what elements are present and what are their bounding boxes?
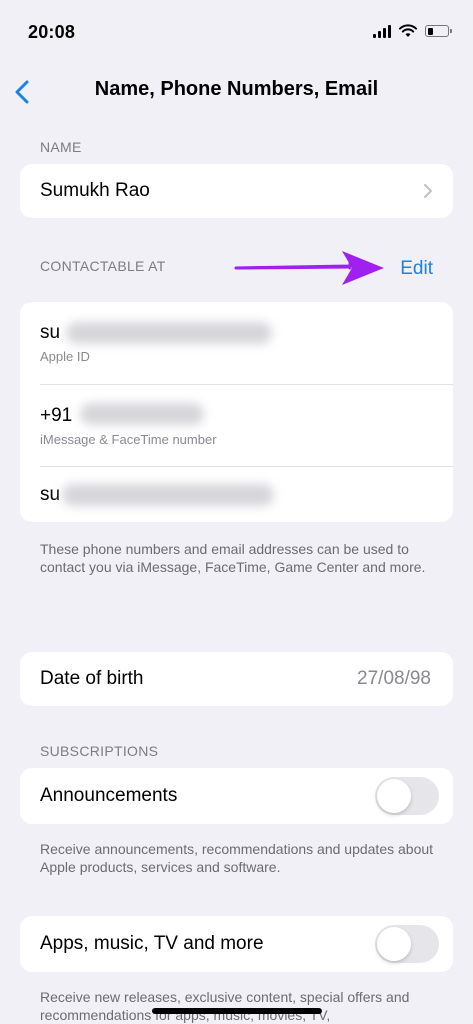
apps-music-note: Receive new releases, exclusive content,… <box>40 989 410 1023</box>
wifi-icon <box>399 24 417 37</box>
battery-icon <box>425 25 452 37</box>
apps-music-row: Apps, music, TV and more <box>20 916 453 972</box>
name-value: Sumukh Rao <box>40 180 150 201</box>
contactable-section-label: CONTACTABLE AT <box>40 258 166 274</box>
announcements-row: Announcements <box>20 768 453 824</box>
contact-item-value: +91 <box>40 405 73 426</box>
apps-music-label: Apps, music, TV and more <box>40 933 264 954</box>
contact-footer-note: These phone numbers and email addresses … <box>40 541 426 575</box>
home-indicator[interactable] <box>152 1008 322 1014</box>
contact-item-caption: iMessage & FaceTime number <box>40 432 217 447</box>
cellular-signal-icon <box>373 24 391 38</box>
name-section-label: NAME <box>40 139 82 155</box>
status-time: 20:08 <box>28 22 76 42</box>
redacted-value <box>66 322 272 344</box>
contact-item-phone[interactable]: +91 iMessage & FaceTime number <box>20 385 453 467</box>
redacted-value <box>62 484 274 506</box>
arrow-annotation-icon <box>234 251 384 285</box>
subscriptions-section-label: SUBSCRIPTIONS <box>40 743 159 759</box>
page-title: Name, Phone Numbers, Email <box>94 78 379 100</box>
redacted-value <box>80 403 204 425</box>
contact-list-card: su Apple ID +91 iMessage & FaceTime numb… <box>20 302 453 522</box>
chevron-right-icon <box>423 183 433 199</box>
contact-item-value: su <box>40 322 61 343</box>
date-of-birth-value: 27/08/98 <box>357 668 431 689</box>
announcements-label: Announcements <box>40 785 178 806</box>
status-icons <box>373 24 452 38</box>
contact-item-caption: Apple ID <box>40 349 90 364</box>
back-button[interactable] <box>8 76 36 108</box>
chevron-left-icon <box>15 80 29 104</box>
contact-item-apple-id[interactable]: su Apple ID <box>20 302 453 384</box>
edit-button[interactable]: Edit <box>400 258 433 280</box>
announcements-note: Receive announcements, recommendations a… <box>40 841 434 875</box>
apps-music-toggle[interactable] <box>375 925 439 963</box>
date-of-birth-row[interactable]: Date of birth 27/08/98 <box>20 652 453 706</box>
contact-item-value: su <box>40 484 61 505</box>
name-row[interactable]: Sumukh Rao <box>20 164 453 218</box>
announcements-toggle[interactable] <box>375 777 439 815</box>
date-of-birth-label: Date of birth <box>40 668 144 689</box>
contact-item-email[interactable]: su <box>20 467 453 522</box>
